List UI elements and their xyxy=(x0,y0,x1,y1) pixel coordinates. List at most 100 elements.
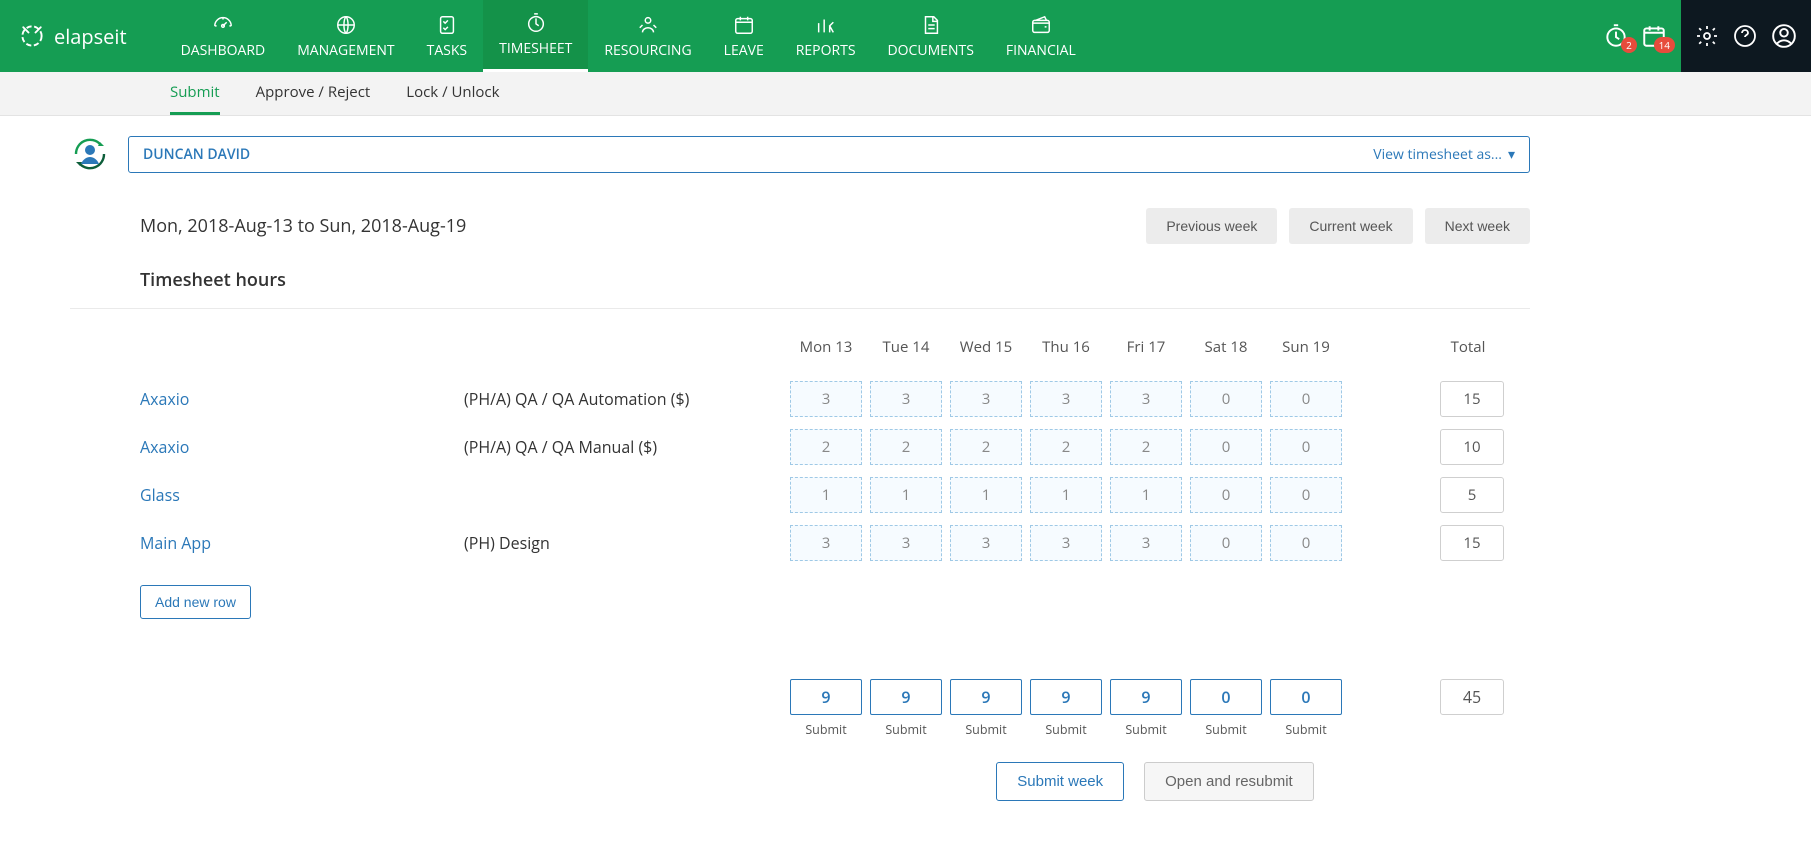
hours-cell[interactable]: 3 xyxy=(1030,525,1102,561)
nav-resourcing[interactable]: RESOURCING xyxy=(588,0,707,72)
hours-cell[interactable]: 0 xyxy=(1190,429,1262,465)
day-total[interactable]: 9 xyxy=(1030,679,1102,715)
hours-cell[interactable]: 0 xyxy=(1190,381,1262,417)
grand-total: 45 xyxy=(1440,679,1504,715)
hours-cell[interactable]: 1 xyxy=(950,477,1022,513)
project-link[interactable]: Main App xyxy=(140,532,460,554)
subnav-approve[interactable]: Approve / Reject xyxy=(256,72,371,115)
calendar-notifications[interactable]: 14 xyxy=(1641,23,1667,49)
brand-text: elapseit xyxy=(54,23,127,50)
user-name: DUNCAN DAVID xyxy=(143,145,250,164)
task-text: (PH/A) QA / QA Automation ($) xyxy=(464,388,784,410)
user-select-box[interactable]: DUNCAN DAVID View timesheet as... ▾ xyxy=(128,136,1530,173)
nav-timesheet[interactable]: TIMESHEET xyxy=(483,0,588,72)
hours-cell[interactable]: 2 xyxy=(950,429,1022,465)
hours-cell[interactable]: 3 xyxy=(950,381,1022,417)
nav-management[interactable]: MANAGEMENT xyxy=(281,0,410,72)
timer-notifications[interactable]: 2 xyxy=(1603,23,1629,49)
row-total: 10 xyxy=(1440,429,1504,465)
day-total[interactable]: 9 xyxy=(1110,679,1182,715)
day-submit-link[interactable]: Submit xyxy=(868,721,944,738)
next-week-button[interactable]: Next week xyxy=(1425,208,1530,244)
hours-cell[interactable]: 3 xyxy=(870,525,942,561)
brand-logo[interactable]: elapseit xyxy=(0,22,145,50)
hours-cell[interactable]: 2 xyxy=(870,429,942,465)
hours-cell[interactable]: 3 xyxy=(870,381,942,417)
current-week-button[interactable]: Current week xyxy=(1289,208,1412,244)
nav-documents[interactable]: DOCUMENTS xyxy=(872,0,990,72)
hours-cell[interactable]: 0 xyxy=(1270,381,1342,417)
previous-week-button[interactable]: Previous week xyxy=(1146,208,1277,244)
open-resubmit-button[interactable]: Open and resubmit xyxy=(1144,762,1314,801)
day-total[interactable]: 0 xyxy=(1190,679,1262,715)
nav-dashboard[interactable]: DASHBOARD xyxy=(165,0,282,72)
daily-totals-row: 9 Submit 9 Submit 9 Submit 9 Submit 9 Su… xyxy=(140,679,1530,738)
user-refresh-icon[interactable] xyxy=(70,134,110,174)
hours-cell[interactable]: 0 xyxy=(1270,525,1342,561)
subnav-submit[interactable]: Submit xyxy=(170,72,220,115)
hours-cell[interactable]: 3 xyxy=(790,525,862,561)
hours-cell[interactable]: 2 xyxy=(1110,429,1182,465)
row-total: 5 xyxy=(1440,477,1504,513)
dashboard-icon xyxy=(210,13,236,37)
add-row-button[interactable]: Add new row xyxy=(140,585,251,619)
hours-cell[interactable]: 1 xyxy=(1030,477,1102,513)
user-menu-section xyxy=(1681,0,1811,72)
topbar-right: 2 14 xyxy=(1589,0,1811,72)
day-submit-link[interactable]: Submit xyxy=(1268,721,1344,738)
project-link[interactable]: Axaxio xyxy=(140,436,460,458)
hours-cell[interactable]: 3 xyxy=(790,381,862,417)
project-link[interactable]: Axaxio xyxy=(140,388,460,410)
caret-down-icon: ▾ xyxy=(1508,145,1515,164)
day-total[interactable]: 9 xyxy=(870,679,942,715)
view-as-dropdown[interactable]: View timesheet as... ▾ xyxy=(1373,145,1515,164)
checklist-icon xyxy=(434,13,460,37)
nav-label: MANAGEMENT xyxy=(297,41,394,60)
settings-icon[interactable] xyxy=(1695,24,1719,48)
hours-cell[interactable]: 2 xyxy=(790,429,862,465)
row-total: 15 xyxy=(1440,381,1504,417)
day-submit-link[interactable]: Submit xyxy=(1028,721,1104,738)
hours-cell[interactable]: 0 xyxy=(1270,429,1342,465)
hours-cell[interactable]: 0 xyxy=(1190,525,1262,561)
day-submit-link[interactable]: Submit xyxy=(1108,721,1184,738)
subnav: Submit Approve / Reject Lock / Unlock xyxy=(0,72,1811,116)
day-header: Fri 17 xyxy=(1108,331,1184,375)
help-icon[interactable] xyxy=(1733,24,1757,48)
day-header: Wed 15 xyxy=(948,331,1024,375)
day-submit-link[interactable]: Submit xyxy=(1188,721,1264,738)
day-total[interactable]: 0 xyxy=(1270,679,1342,715)
hours-cell[interactable]: 2 xyxy=(1030,429,1102,465)
nav-tasks[interactable]: TASKS xyxy=(411,0,484,72)
submit-week-button[interactable]: Submit week xyxy=(996,762,1124,801)
hours-cell[interactable]: 1 xyxy=(1110,477,1182,513)
subnav-lock[interactable]: Lock / Unlock xyxy=(406,72,499,115)
hours-cell[interactable]: 0 xyxy=(1190,477,1262,513)
day-submit-link[interactable]: Submit xyxy=(788,721,864,738)
nav-label: DOCUMENTS xyxy=(888,41,974,60)
profile-icon[interactable] xyxy=(1771,23,1797,49)
topbar: elapseit DASHBOARD MANAGEMENT TASKS TIME… xyxy=(0,0,1811,72)
notification-group: 2 14 xyxy=(1589,23,1681,49)
user-row: DUNCAN DAVID View timesheet as... ▾ xyxy=(70,134,1530,174)
day-total[interactable]: 9 xyxy=(950,679,1022,715)
nav-financial[interactable]: FINANCIAL xyxy=(990,0,1092,72)
page-content: DUNCAN DAVID View timesheet as... ▾ Mon,… xyxy=(0,116,1600,841)
day-submit-link[interactable]: Submit xyxy=(948,721,1024,738)
main-nav: DASHBOARD MANAGEMENT TASKS TIMESHEET RES… xyxy=(165,0,1092,72)
hours-cell[interactable]: 1 xyxy=(790,477,862,513)
nav-leave[interactable]: LEAVE xyxy=(708,0,780,72)
hours-cell[interactable]: 3 xyxy=(1110,525,1182,561)
task-text: (PH) Design xyxy=(464,532,784,554)
hours-cell[interactable]: 3 xyxy=(950,525,1022,561)
hours-cell[interactable]: 3 xyxy=(1110,381,1182,417)
nav-reports[interactable]: REPORTS xyxy=(780,0,872,72)
project-link[interactable]: Glass xyxy=(140,484,460,506)
hours-cell[interactable]: 0 xyxy=(1270,477,1342,513)
globe-icon xyxy=(333,13,359,37)
day-total[interactable]: 9 xyxy=(790,679,862,715)
view-as-label: View timesheet as... xyxy=(1373,145,1502,164)
hours-cell[interactable]: 3 xyxy=(1030,381,1102,417)
day-header: Mon 13 xyxy=(788,331,864,375)
hours-cell[interactable]: 1 xyxy=(870,477,942,513)
